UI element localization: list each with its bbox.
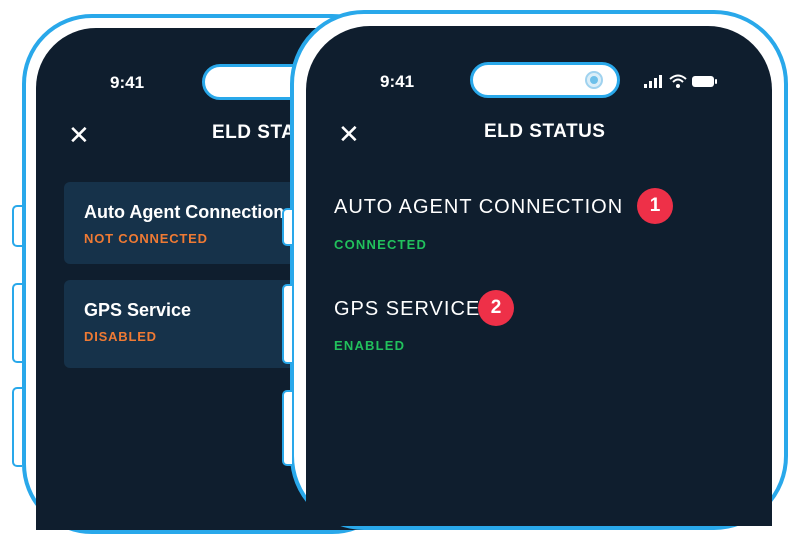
front-phone-button-volume-up <box>282 284 292 364</box>
status-bar-time: 9:41 <box>380 72 415 91</box>
wifi-icon <box>669 74 687 88</box>
step-badge: 1 <box>637 188 673 224</box>
page-title: ELD STATUS <box>484 121 606 142</box>
camera-icon <box>585 71 603 89</box>
status-badge: ENABLED <box>334 338 406 353</box>
battery-icon <box>692 76 717 87</box>
side-button-volume-up <box>12 283 22 363</box>
front-phone-button-action <box>282 208 292 246</box>
front-phone-screen: 9:41 ✕ ELD STATUS AUTO AGENT CONNECTION … <box>306 26 772 526</box>
signal-icon <box>644 75 662 88</box>
status-badge: CONNECTED <box>334 237 428 252</box>
dynamic-island <box>470 62 620 98</box>
status-bar-time: 9:41 <box>110 73 145 92</box>
close-icon[interactable]: ✕ <box>68 122 90 148</box>
side-button-volume-down <box>12 387 22 467</box>
close-icon[interactable]: ✕ <box>338 121 360 147</box>
status-bar-icons <box>644 74 718 88</box>
front-phone-button-volume-down <box>282 390 292 466</box>
service-name: GPS SERVICE <box>334 298 481 320</box>
service-name: AUTO AGENT CONNECTION <box>334 196 624 218</box>
front-phone: 9:41 ✕ ELD STATUS AUTO AGENT CONNECTION … <box>290 10 788 530</box>
side-button-action <box>12 205 22 247</box>
step-badge: 2 <box>478 290 514 326</box>
